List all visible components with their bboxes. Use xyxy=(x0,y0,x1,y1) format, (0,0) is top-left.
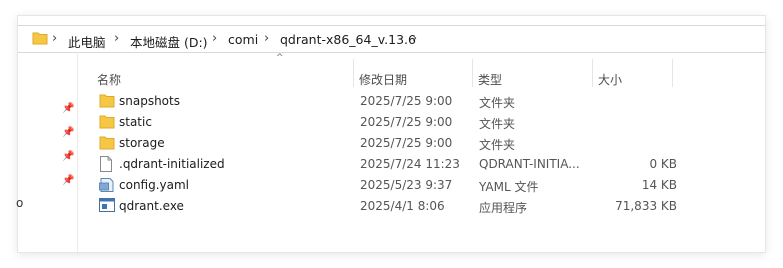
file-row-static[interactable]: static 2025/7/25 9:00 文件夹 xyxy=(78,112,765,133)
column-name[interactable]: 名称 xyxy=(97,71,121,88)
file-size: 71,833 KB xyxy=(615,199,677,213)
column-divider[interactable] xyxy=(672,59,673,87)
file-type: 应用程序 xyxy=(479,201,528,215)
file-row-config-yaml[interactable]: config.yaml 2025/5/23 9:37 YAML 文件 14 KB xyxy=(78,175,765,196)
background-text-fragment: o xyxy=(16,196,24,210)
file-date: 2025/4/1 8:06 xyxy=(360,199,445,213)
pin-icon[interactable]: 📌 xyxy=(62,127,74,138)
file-date: 2025/5/23 9:37 xyxy=(360,178,453,192)
file-date: 2025/7/25 9:00 xyxy=(360,94,453,108)
column-date[interactable]: 修改日期 xyxy=(359,71,407,88)
file-size: 0 KB xyxy=(649,157,677,171)
breadcrumb-this-pc[interactable]: 此电脑 xyxy=(68,32,106,51)
chevron-right-icon[interactable]: › xyxy=(114,31,119,46)
breadcrumb-drive-d[interactable]: 本地磁盘 (D:) xyxy=(130,32,208,51)
folder-icon xyxy=(99,136,115,150)
exe-file-icon xyxy=(99,198,115,212)
folder-icon xyxy=(99,115,115,129)
file-name: config.yaml xyxy=(119,178,190,192)
column-divider[interactable] xyxy=(592,59,593,87)
column-size[interactable]: 大小 xyxy=(598,71,622,88)
column-type[interactable]: 类型 xyxy=(478,71,502,88)
file-row-qdrant-exe[interactable]: qdrant.exe 2025/4/1 8:06 应用程序 71,833 KB xyxy=(78,196,765,217)
column-header: ^ 名称 修改日期 类型 大小 xyxy=(78,52,765,88)
sort-ascending-icon: ^ xyxy=(276,53,284,63)
pin-icon[interactable]: 📌 xyxy=(62,151,74,162)
file-row-storage[interactable]: storage 2025/7/25 9:00 文件夹 xyxy=(78,133,765,154)
file-type: YAML 文件 xyxy=(479,180,539,194)
file-name: snapshots xyxy=(119,94,180,108)
chevron-right-icon[interactable]: › xyxy=(264,31,269,46)
chevron-right-icon[interactable]: › xyxy=(52,31,57,46)
file-type: 文件夹 xyxy=(479,96,516,110)
folder-icon xyxy=(32,32,48,45)
breadcrumb-comi[interactable]: comi xyxy=(228,32,258,47)
file-name: storage xyxy=(119,136,165,150)
file-type: 文件夹 xyxy=(479,117,516,131)
breadcrumb-qdrant-folder[interactable]: qdrant-x86_64_v.13.6 xyxy=(280,32,416,47)
file-name: static xyxy=(119,115,152,129)
file-name: qdrant.exe xyxy=(119,199,184,213)
file-icon xyxy=(100,156,112,172)
navigation-pane: 📌 📌 📌 📌 xyxy=(18,52,78,252)
file-type: 文件夹 xyxy=(479,138,516,152)
yaml-file-icon xyxy=(99,178,114,192)
file-name: .qdrant-initialized xyxy=(119,157,225,171)
file-size: 14 KB xyxy=(641,178,677,192)
file-row-qdrant-initialized[interactable]: .qdrant-initialized 2025/7/24 11:23 QDRA… xyxy=(78,154,765,175)
file-row-snapshots[interactable]: snapshots 2025/7/25 9:00 文件夹 xyxy=(78,91,765,112)
chevron-right-icon[interactable]: › xyxy=(212,31,217,46)
pin-icon[interactable]: 📌 xyxy=(62,103,74,114)
pin-icon[interactable]: 📌 xyxy=(62,175,74,186)
column-divider[interactable] xyxy=(472,59,473,87)
file-type: QDRANT-INITIA... xyxy=(479,157,580,171)
file-date: 2025/7/25 9:00 xyxy=(360,136,453,150)
folder-icon xyxy=(99,94,115,108)
chevron-right-icon[interactable]: › xyxy=(412,31,417,46)
file-date: 2025/7/24 11:23 xyxy=(360,157,460,171)
address-bar[interactable]: › 此电脑 › 本地磁盘 (D:) › comi › qdrant-x86_64… xyxy=(18,25,765,53)
explorer-window: › 此电脑 › 本地磁盘 (D:) › comi › qdrant-x86_64… xyxy=(18,16,765,252)
file-date: 2025/7/25 9:00 xyxy=(360,115,453,129)
column-divider[interactable] xyxy=(353,59,354,87)
